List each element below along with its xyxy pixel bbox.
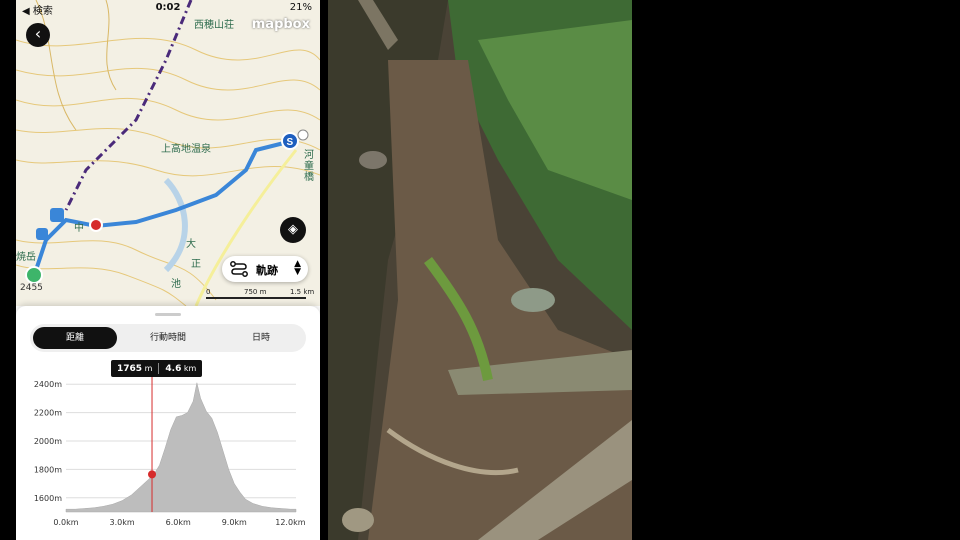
route-icon (230, 261, 248, 277)
map-label-peak: 西穂山荘 (194, 20, 234, 31)
track-mode-button[interactable]: 軌跡 ▲ ▼ (222, 256, 308, 282)
chevron-left-icon: ‹ (34, 24, 42, 43)
profile-tab-bar: 距離 行動時間 日時 (30, 324, 306, 352)
map-label-pond-3: 池 (171, 279, 181, 290)
altitude-label: 2455 (20, 283, 43, 293)
status-bar: ◀ 検索 0:02 21% (16, 0, 320, 17)
map-label-onsen: 上高地温泉 (161, 144, 211, 155)
y-tick-label: 1800m (34, 465, 62, 474)
tooltip-distance-value: 4.6 (165, 364, 182, 374)
cube-icon: ◈ (288, 222, 298, 237)
distance-tooltip: 1765 m 4.6 km (111, 360, 203, 377)
updown-chevron-icon: ▲ ▼ (294, 259, 301, 277)
scale-bar (206, 297, 306, 299)
tooltip-distance-unit: km (183, 364, 197, 373)
tab-distance-label: 距離 (65, 333, 84, 343)
tab-datetime[interactable]: 日時 (219, 327, 303, 349)
tab-datetime-label: 日時 (251, 333, 270, 343)
map-app-panel: S ◀ 検索 0:02 21% ‹ 西穂山荘 mapbox 上高地温泉 河童橋 … (16, 0, 320, 540)
x-tick-label: 9.0km (222, 518, 247, 527)
tab-moving-time[interactable]: 行動時間 (126, 327, 210, 349)
scale-label-2: 1.5 km (290, 288, 315, 296)
map-label-middle: 中 (74, 223, 84, 234)
y-tick-label: 2000m (34, 437, 62, 446)
3d-view-button[interactable]: ◈ (280, 217, 306, 243)
map-label-river: 河童橋 (304, 150, 314, 183)
scale-label-0: 0 (206, 288, 211, 296)
mapbox-attribution: mapbox (251, 17, 310, 32)
topo-map[interactable]: S ◀ 検索 0:02 21% ‹ 西穂山荘 mapbox 上高地温泉 河童橋 … (16, 0, 320, 306)
elevation-chart[interactable]: 2400m 2200m 2000m 1800m 1600m 0.0km 3.0km 6.0km… (16, 360, 320, 540)
trail-video (328, 0, 632, 540)
elevation-area (65, 382, 297, 513)
sheet-grab-handle[interactable] (155, 313, 181, 316)
back-button[interactable]: ‹ (26, 23, 50, 47)
x-tick-label: 12.0km (275, 518, 305, 527)
x-tick-label: 6.0km (166, 518, 191, 527)
status-time: 0:02 (155, 2, 181, 13)
x-tick-label: 0.0km (53, 518, 78, 527)
y-tick-label: 2400m (34, 380, 62, 389)
map-scale: 0 750 m 1.5 km (206, 288, 316, 302)
status-battery: 21% (289, 2, 312, 13)
tooltip-elevation-value: 1765 (117, 364, 143, 374)
y-tick-label: 1600m (34, 494, 62, 503)
y-tick-label: 2200m (34, 409, 62, 418)
x-tick-label: 3.0km (110, 518, 135, 527)
map-label-pond-2: 正 (191, 259, 201, 270)
tab-moving-time-label: 行動時間 (149, 333, 186, 343)
track-mode-label: 軌跡 (256, 264, 278, 277)
tab-distance[interactable]: 距離 (33, 327, 117, 349)
map-label-pond-1: 大 (186, 239, 196, 250)
tooltip-elevation-unit: m (144, 364, 153, 373)
elevation-sheet: 距離 行動時間 日時 2400m 2200m 2000m 1800m 1600m 0.0k… (16, 306, 320, 540)
position-marker (148, 470, 157, 479)
svg-text:S: S (287, 137, 294, 148)
map-label-side: 焼岳 (16, 252, 36, 263)
trail-photo (328, 0, 632, 540)
scale-label-1: 750 m (244, 288, 267, 296)
